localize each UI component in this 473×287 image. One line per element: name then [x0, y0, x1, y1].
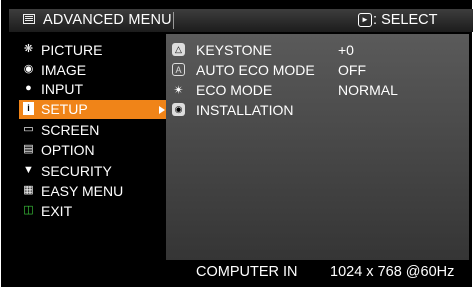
menu-item-input[interactable]: ● INPUT	[19, 80, 169, 99]
menu-item-easy-menu[interactable]: ▦ EASY MENU	[19, 182, 169, 201]
menu-item-option[interactable]: ▤ OPTION	[19, 141, 169, 160]
auto-eco-value: OFF	[338, 62, 366, 78]
setup-item-eco-mode[interactable]: ✴ ECO MODE NORMAL	[172, 81, 462, 100]
picture-icon: ❋	[23, 43, 34, 55]
setup-item-installation[interactable]: ◉ INSTALLATION	[172, 101, 462, 120]
main-menu: ❋ PICTURE ◉ IMAGE ● INPUT i SETUP ▭ SCRE…	[9, 34, 167, 285]
signal-info: 1024 x 768 @60Hz	[330, 264, 455, 280]
keystone-icon: △	[172, 43, 185, 56]
status-bar: COMPUTER IN 1024 x 768 @60Hz	[166, 260, 469, 284]
keystone-value: +0	[338, 42, 354, 58]
title-divider	[173, 12, 174, 29]
option-icon: ▤	[23, 143, 34, 155]
select-hint: : SELECT	[373, 12, 438, 28]
input-icon: ●	[25, 82, 32, 94]
select-button-icon: ►	[358, 13, 372, 27]
security-icon: ▼	[23, 164, 34, 176]
eco-mode-value: NORMAL	[338, 82, 398, 98]
title-bar: ADVANCED MENU ► : SELECT	[9, 9, 473, 32]
eco-mode-icon: ✴	[173, 82, 184, 97]
exit-icon: ◫	[23, 204, 34, 216]
setup-icon: i	[23, 102, 34, 115]
menu-item-image[interactable]: ◉ IMAGE	[19, 61, 169, 80]
submenu-arrow-icon	[159, 106, 165, 114]
menu-item-screen[interactable]: ▭ SCREEN	[19, 121, 169, 140]
installation-icon: ◉	[172, 103, 185, 116]
menu-item-exit[interactable]: ◫ EXIT	[19, 202, 169, 221]
easy-menu-icon: ▦	[23, 184, 34, 196]
menu-item-picture[interactable]: ❋ PICTURE	[19, 41, 169, 60]
input-source: COMPUTER IN	[196, 264, 298, 280]
auto-eco-icon: A	[172, 63, 185, 76]
image-icon: ◉	[23, 63, 34, 75]
menu-icon	[23, 14, 35, 24]
osd-menu: ADVANCED MENU ► : SELECT ❋ PICTURE ◉ IMA…	[1, 0, 473, 287]
menu-title: ADVANCED MENU	[43, 12, 172, 28]
screen-icon: ▭	[23, 123, 34, 135]
menu-item-setup[interactable]: i SETUP	[19, 100, 167, 119]
setup-item-keystone[interactable]: △ KEYSTONE +0	[172, 41, 462, 60]
setup-item-auto-eco-mode[interactable]: A AUTO ECO MODE OFF	[172, 61, 462, 80]
setup-submenu: △ KEYSTONE +0 A AUTO ECO MODE OFF ✴ ECO …	[166, 34, 469, 260]
menu-item-security[interactable]: ▼ SECURITY	[19, 162, 169, 181]
